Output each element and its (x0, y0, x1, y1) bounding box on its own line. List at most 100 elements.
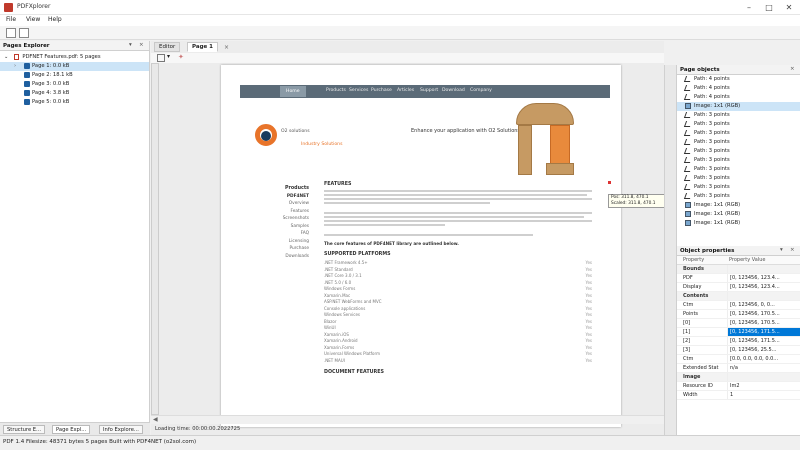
property-row[interactable]: Extended Stat n/a (677, 364, 800, 373)
property-row[interactable]: [0] [0, 123456, 170.5... (677, 319, 800, 328)
page-object-item[interactable]: Image: 1x1 (RGB) (677, 210, 800, 219)
tab-info-explorer[interactable]: Info Explore... (99, 425, 143, 434)
path-icon (683, 75, 693, 82)
maximize-icon[interactable]: □ (762, 2, 776, 13)
tab-close-icon[interactable]: × (224, 44, 229, 51)
tab-editor[interactable]: Editor (154, 42, 181, 52)
page-object-item[interactable]: Path: 3 points (677, 165, 800, 174)
property-name: Bounds (683, 266, 704, 272)
open-file-icon[interactable] (6, 28, 16, 38)
pin-icon[interactable]: ▾ (129, 42, 132, 48)
property-row[interactable]: Ctm [0, 123456, 0, 0... (677, 301, 800, 310)
page-object-item[interactable]: Path: 3 points (677, 111, 800, 120)
path-icon (683, 165, 693, 172)
tree-page-3[interactable]: Page 3: 0.0 kB (0, 80, 149, 89)
page-icon (24, 71, 30, 78)
property-row[interactable]: [1] [0, 123456, 171.5... (677, 328, 800, 337)
sidenav-item[interactable]: Downloads (273, 253, 309, 261)
scroll-left-icon[interactable]: ◀ (153, 416, 158, 423)
sidenav-item[interactable]: FAQ (273, 230, 309, 238)
property-row[interactable]: Width 1 (677, 391, 800, 400)
sidenav-item[interactable]: PDF4NET (273, 193, 309, 201)
property-value: [0, 123456, 25.5... (727, 346, 800, 354)
value-column[interactable]: Property Value (727, 256, 765, 264)
page-object-label: Path: 3 points (694, 175, 730, 181)
nav-home[interactable]: Home (280, 86, 306, 97)
page-object-item[interactable]: Path: 4 points (677, 93, 800, 102)
expand-icon[interactable]: › (14, 62, 24, 71)
sidenav-item[interactable]: Overview (273, 200, 309, 208)
sidenav-item[interactable]: Licensing (273, 238, 309, 246)
sidenav-item[interactable]: Screenshots (273, 215, 309, 223)
property-row[interactable]: Resource ID Im2 (677, 382, 800, 391)
page-object-item[interactable]: Image: 1x1 (RGB) (677, 102, 800, 111)
vertical-scrollbar[interactable] (151, 63, 159, 415)
page-object-item[interactable]: Path: 3 points (677, 174, 800, 183)
nav-articles[interactable]: Articles (397, 88, 414, 93)
page-object-item[interactable]: Path: 3 points (677, 129, 800, 138)
property-category[interactable]: Image (677, 373, 800, 382)
property-row[interactable]: PDF [0, 123456, 123.4... (677, 274, 800, 283)
select-tool-icon[interactable] (157, 54, 165, 62)
tab-page-explorer[interactable]: Page Expl... (52, 425, 91, 434)
tab-page-1[interactable]: Page 1 (187, 42, 219, 52)
logo-label: O2 solutions (281, 129, 310, 134)
tree-root[interactable]: ⌄ PDFNET Features.pdf: 5 pages (0, 53, 149, 62)
sidenav-item[interactable]: Products (273, 185, 309, 193)
nav-download[interactable]: Download (442, 88, 465, 93)
property-row[interactable]: Display [0, 123456, 123.4... (677, 283, 800, 292)
page-object-item[interactable]: Path: 3 points (677, 138, 800, 147)
image-icon (685, 201, 691, 208)
page-object-item[interactable]: Path: 3 points (677, 156, 800, 165)
page-object-item[interactable]: Path: 3 points (677, 120, 800, 129)
property-value (727, 373, 800, 381)
property-category[interactable]: Bounds (677, 265, 800, 274)
sidenav-item[interactable]: Samples (273, 223, 309, 231)
page-objects-list: Path: 4 points Path: 4 points Path: 4 poin… (677, 75, 800, 246)
page-object-item[interactable]: Image: 1x1 (RGB) (677, 201, 800, 210)
splitter[interactable] (664, 65, 676, 435)
property-row[interactable]: [3] [0, 123456, 25.5... (677, 346, 800, 355)
page-object-item[interactable]: Path: 3 points (677, 147, 800, 156)
property-row[interactable]: [2] [0, 123456, 171.5... (677, 337, 800, 346)
tab-structure-explorer[interactable]: Structure E... (3, 425, 46, 434)
property-category[interactable]: Contents (677, 292, 800, 301)
minimize-icon[interactable]: – (742, 2, 756, 13)
sidenav-item[interactable]: Purchase (273, 245, 309, 253)
path-icon (683, 138, 693, 145)
nav-support[interactable]: Support (420, 88, 438, 93)
tree-page-4[interactable]: Page 4: 3.8 kB (0, 89, 149, 98)
menu-file[interactable]: File (6, 16, 16, 23)
tree-page-1[interactable]: › Page 1: 0.0 kB (0, 62, 149, 71)
nav-services[interactable]: Services (349, 88, 368, 93)
toolbar (0, 26, 800, 40)
nav-purchase[interactable]: Purchase (371, 88, 392, 93)
page-object-item[interactable]: Path: 3 points (677, 192, 800, 201)
dropdown-icon[interactable]: ▾ (167, 53, 170, 60)
pin-icon[interactable]: ▾ (780, 247, 783, 253)
pane-close-icon[interactable]: × (790, 66, 795, 72)
tree-page-5[interactable]: Page 5: 0.0 kB (0, 98, 149, 107)
page-object-label: Path: 3 points (694, 139, 730, 145)
page-object-item[interactable]: Path: 4 points (677, 75, 800, 84)
pane-close-icon[interactable]: × (790, 247, 795, 253)
pane-title: Object properties (680, 248, 735, 254)
pointer-icon[interactable]: ✦ (178, 53, 184, 61)
menu-view[interactable]: View (26, 16, 40, 23)
menu-help[interactable]: Help (48, 16, 62, 23)
nav-products[interactable]: Products (326, 88, 346, 93)
save-icon[interactable] (19, 28, 29, 38)
page-object-item[interactable]: Path: 3 points (677, 183, 800, 192)
collapse-icon[interactable]: ⌄ (4, 53, 12, 62)
tree-page-2[interactable]: Page 2: 18.1 kB (0, 71, 149, 80)
pane-close-icon[interactable]: × (139, 42, 144, 48)
sidenav-item[interactable]: Features (273, 208, 309, 216)
property-row[interactable]: Ctm [0.0, 0.0, 0.0, 0.0... (677, 355, 800, 364)
close-icon[interactable]: ✕ (782, 2, 796, 13)
page-object-item[interactable]: Path: 4 points (677, 84, 800, 93)
property-row[interactable]: Points [0, 123456, 170.5... (677, 310, 800, 319)
nav-company[interactable]: Company (470, 88, 492, 93)
property-column[interactable]: Property (677, 256, 727, 264)
page-object-item[interactable]: Image: 1x1 (RGB) (677, 219, 800, 228)
horizontal-scrollbar[interactable]: ◀ (151, 415, 664, 424)
